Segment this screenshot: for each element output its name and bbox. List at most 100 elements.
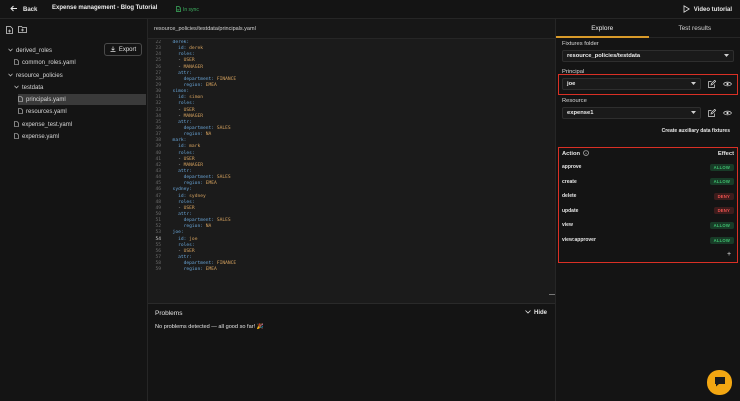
action-row: view:approver ALLOW: [562, 235, 734, 245]
tree-item-label: derived_roles: [16, 47, 53, 54]
new-file-icon[interactable]: [6, 26, 13, 36]
export-label: Export: [118, 46, 137, 53]
action-row: approve ALLOW: [562, 162, 734, 172]
tree-item[interactable]: resources.yaml: [18, 106, 108, 117]
export-button[interactable]: Export: [104, 43, 142, 56]
effect-badge[interactable]: ALLOW: [709, 178, 734, 186]
effect-badge[interactable]: ALLOW: [709, 163, 734, 171]
tree-item[interactable]: expense_test.yaml: [14, 119, 104, 130]
top-bar: Back Expense management - Blog Tutorial …: [0, 0, 740, 19]
tab-test-results-label: Test results: [678, 24, 712, 32]
action-name: view: [562, 222, 573, 229]
principal-label: Principal: [562, 69, 585, 75]
yaml-key: region:: [183, 224, 203, 230]
tree-item-label: expense.yaml: [22, 133, 60, 140]
tree-item-label: resource_policies: [16, 72, 63, 79]
back-button[interactable]: Back: [10, 5, 37, 14]
fixtures-folder-select[interactable]: resource_policies/testdata: [562, 50, 734, 62]
principal-value: joe: [567, 81, 576, 87]
tree-item[interactable]: expense.yaml: [14, 131, 104, 142]
line-number: 59: [155, 267, 161, 273]
tab-test-results[interactable]: Test results: [649, 19, 740, 37]
caret-down-icon: [724, 53, 729, 59]
problems-panel: Problems Hide No problems detected — all…: [148, 303, 555, 401]
principal-select[interactable]: joe: [562, 78, 701, 90]
yaml-value: EMEA: [202, 181, 217, 187]
action-name: create: [562, 178, 577, 185]
file-icon: [18, 107, 23, 116]
action-row: delete DENY: [562, 191, 734, 201]
resource-value: expense1: [567, 110, 594, 116]
hide-label: Hide: [533, 310, 547, 316]
sync-status-label: In sync: [183, 7, 199, 13]
file-explorer: Export derived_roles common_roles.yamlres…: [0, 19, 148, 401]
action-name: delete: [562, 193, 577, 200]
code-area[interactable]: 22 derek: 23 id: derek 24 roles: 25 - USER 2…: [148, 40, 548, 302]
caret-down-icon: [691, 81, 696, 87]
yaml-value: SALES: [214, 125, 231, 131]
file-icon: [18, 95, 23, 104]
action-row: update DENY: [562, 206, 734, 216]
tree-item-label: expense_test.yaml: [22, 121, 73, 128]
action-name: view:approver: [562, 237, 596, 243]
back-label: Back: [23, 6, 38, 13]
problems-title: Problems: [155, 310, 183, 317]
actions-header: Action Effect: [562, 149, 734, 159]
action-row: create ALLOW: [562, 177, 734, 187]
play-icon: [683, 5, 690, 15]
tree-item[interactable]: testdata: [14, 82, 104, 93]
file-icon: [14, 58, 19, 67]
tree-item[interactable]: principals.yaml: [18, 94, 146, 105]
tab-explore[interactable]: Explore: [556, 19, 649, 38]
problems-message: No problems detected — all good so far! …: [155, 324, 264, 330]
caret-down-icon: [691, 110, 696, 116]
effect-badge[interactable]: ALLOW: [709, 221, 734, 229]
video-tutorial-label: Video tutorial: [693, 7, 732, 13]
chat-support-button[interactable]: [707, 370, 732, 395]
hide-problems-button[interactable]: Hide: [525, 310, 547, 316]
tree-item[interactable]: resource_policies: [8, 70, 98, 81]
fixtures-folder-value: resource_policies/testdata: [567, 53, 641, 59]
right-panel-tabs: Explore Test results: [556, 19, 740, 38]
effect-badge[interactable]: DENY: [713, 207, 734, 215]
file-check-icon: [176, 6, 181, 14]
action-row: view ALLOW: [562, 220, 734, 230]
view-principal-icon[interactable]: [723, 79, 732, 88]
info-icon[interactable]: [583, 150, 589, 158]
effect-badge[interactable]: DENY: [713, 192, 734, 200]
chevron-down-icon: [8, 48, 13, 54]
tree-item-label: common_roles.yaml: [22, 59, 76, 66]
tree-item[interactable]: common_roles.yaml: [14, 57, 104, 68]
resource-select[interactable]: expense1: [562, 107, 701, 119]
add-action-button[interactable]: +: [727, 251, 731, 258]
resource-label: Resource: [562, 98, 587, 104]
effect-badge[interactable]: ALLOW: [709, 236, 734, 244]
editor-tab-label: resource_policies/testdata/principals.ya…: [154, 25, 256, 32]
view-resource-icon[interactable]: [723, 108, 732, 117]
file-icon: [14, 120, 19, 129]
tree-item[interactable]: derived_roles: [8, 45, 98, 56]
video-tutorial-button[interactable]: Video tutorial: [683, 5, 732, 15]
chevron-down-icon: [8, 73, 13, 79]
action-header-group: Action: [562, 150, 589, 158]
edit-principal-icon[interactable]: [707, 79, 716, 88]
action-name: approve: [562, 164, 582, 170]
tab-explore-label: Explore: [591, 24, 614, 32]
code-editor[interactable]: resource_policies/testdata/principals.ya…: [148, 19, 555, 303]
yaml-value: NA: [202, 224, 212, 230]
edit-resource-icon[interactable]: [707, 108, 716, 117]
new-folder-icon[interactable]: [18, 26, 27, 36]
project-title: Expense management - Blog Tutorial: [52, 5, 158, 11]
chat-icon: [714, 376, 726, 389]
create-auxiliary-fixtures-link[interactable]: Create auxiliary data fixtures: [662, 128, 730, 134]
arrow-left-icon: [10, 5, 18, 14]
download-icon: [110, 46, 116, 54]
right-panel: Explore Test results Fixtures folder res…: [555, 19, 740, 401]
chevron-down-icon: [14, 85, 19, 91]
code-line[interactable]: 59 region: EMEA: [148, 267, 548, 273]
yaml-value: EMEA: [202, 267, 217, 273]
file-icon: [14, 132, 19, 141]
effect-header-label: Effect: [717, 151, 734, 157]
editor-tab[interactable]: resource_policies/testdata/principals.ya…: [148, 19, 555, 39]
